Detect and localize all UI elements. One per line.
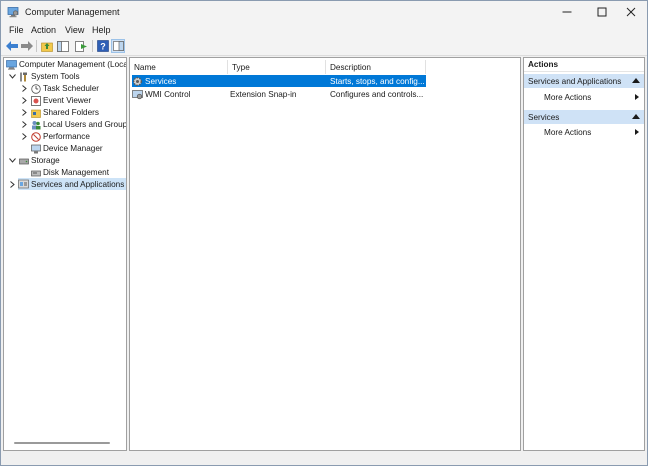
toolbar: ?	[1, 37, 647, 56]
window-title: Computer Management	[25, 7, 120, 17]
tree-item-event-viewer[interactable]: Event Viewer	[30, 95, 91, 106]
list-cell-type: Extension Snap-in	[230, 89, 297, 99]
list-row-wmi-control[interactable]: WMI Control Extension Snap-in Configures…	[132, 88, 426, 100]
actions-pane: Actions Services and Applications More A…	[523, 57, 645, 451]
list-cell-name: Services	[132, 75, 228, 87]
toolbar-separator	[36, 40, 37, 52]
wmi-control-icon	[132, 89, 144, 100]
tree-item-label: Storage	[31, 156, 60, 165]
horizontal-scrollbar[interactable]	[14, 442, 110, 444]
chevron-right-icon[interactable]	[20, 83, 28, 93]
tree-item-label: System Tools	[31, 72, 80, 81]
chevron-right-icon[interactable]	[8, 179, 16, 189]
chevron-right-icon[interactable]	[20, 119, 28, 129]
more-actions-item[interactable]: More Actions	[524, 90, 644, 104]
list-cell-description: Configures and controls...	[330, 89, 424, 99]
clock-icon	[30, 83, 41, 94]
actions-section-services-and-applications[interactable]: Services and Applications	[524, 74, 644, 88]
chevron-right-icon[interactable]	[20, 107, 28, 117]
tree-item-local-users[interactable]: Local Users and Groups	[30, 119, 127, 130]
shared-folder-icon	[30, 108, 41, 118]
tree-item-label: Performance	[43, 132, 90, 141]
tree-item-task-scheduler[interactable]: Task Scheduler	[30, 83, 99, 94]
chevron-down-icon[interactable]	[8, 155, 16, 165]
tree-item-label: Shared Folders	[43, 108, 99, 117]
back-arrow-icon[interactable]	[5, 39, 19, 53]
console-tree-pane: Computer Management (Local System Tools …	[3, 57, 127, 451]
actions-header: Actions	[524, 58, 644, 72]
tree-item-performance[interactable]: Performance	[30, 131, 90, 142]
list-row-services[interactable]: Services Starts, stops, and config...	[132, 75, 426, 87]
menu-file[interactable]: File	[9, 25, 24, 35]
tree-item-label: Device Manager	[43, 144, 103, 153]
event-viewer-icon	[30, 95, 41, 106]
menu-bar: File Action View Help	[1, 23, 647, 37]
more-actions-item[interactable]: More Actions	[524, 125, 644, 139]
tree-item-storage[interactable]: Storage	[18, 155, 60, 166]
submenu-arrow-icon	[635, 129, 639, 135]
actions-section-services[interactable]: Services	[524, 110, 644, 124]
tree-item-label: Local Users and Groups	[43, 120, 127, 129]
tools-icon	[18, 72, 29, 82]
close-button[interactable]	[615, 1, 647, 23]
computer-icon	[6, 59, 17, 70]
menu-action[interactable]: Action	[31, 25, 56, 35]
title-bar: Computer Management	[1, 1, 647, 23]
tree-item-device-manager[interactable]: Device Manager	[30, 143, 103, 154]
menu-help[interactable]: Help	[92, 25, 111, 35]
help-icon[interactable]: ?	[96, 39, 110, 53]
storage-icon	[18, 156, 29, 166]
device-manager-icon	[30, 144, 41, 154]
tree-item-label: Event Viewer	[43, 96, 92, 105]
submenu-arrow-icon	[635, 94, 639, 100]
users-icon	[30, 120, 41, 130]
up-folder-icon[interactable]	[40, 39, 54, 53]
column-header-type[interactable]: Type	[228, 60, 326, 74]
tree-item-system-tools[interactable]: System Tools	[18, 71, 80, 82]
disk-icon	[30, 168, 41, 178]
computer-management-icon	[7, 6, 19, 18]
gear-icon	[132, 76, 144, 87]
collapse-up-icon[interactable]	[632, 78, 640, 83]
tree-item-label: Task Scheduler	[43, 84, 99, 93]
minimize-button[interactable]	[551, 1, 583, 23]
chevron-right-icon[interactable]	[20, 131, 28, 141]
main-window: Computer Management File Action View Hel…	[0, 0, 648, 466]
list-cell-name: WMI Control	[132, 88, 228, 100]
show-hide-action-pane-icon[interactable]	[111, 39, 125, 53]
tree-item-label: Services and Applications	[31, 179, 125, 189]
performance-icon	[30, 131, 41, 142]
svg-text:?: ?	[100, 42, 106, 52]
tree-item-label: Disk Management	[43, 168, 109, 177]
export-list-icon[interactable]	[74, 39, 88, 53]
column-header-description[interactable]: Description	[326, 60, 426, 74]
forward-arrow-icon[interactable]	[20, 39, 34, 53]
maximize-button[interactable]	[586, 1, 618, 23]
menu-view[interactable]: View	[65, 25, 84, 35]
show-hide-tree-icon[interactable]	[56, 39, 70, 53]
results-list-pane: Name Type Description Services Starts, s…	[129, 57, 521, 451]
tree-item-disk-management[interactable]: Disk Management	[30, 167, 109, 178]
status-bar	[1, 451, 647, 465]
tree-item-services-and-applications[interactable]: Services and Applications	[18, 178, 126, 190]
collapse-up-icon[interactable]	[632, 114, 640, 119]
column-header-name[interactable]: Name	[130, 60, 228, 74]
tree-item-shared-folders[interactable]: Shared Folders	[30, 107, 99, 118]
list-cell-type	[230, 75, 326, 87]
services-applications-icon	[18, 179, 29, 189]
chevron-right-icon[interactable]	[20, 95, 28, 105]
tree-item-root[interactable]: Computer Management (Local	[6, 59, 127, 70]
tree-item-label: Computer Management (Local	[19, 60, 127, 69]
toolbar-separator	[92, 40, 93, 52]
list-cell-description: Starts, stops, and config...	[330, 76, 425, 86]
chevron-down-icon[interactable]	[8, 71, 16, 81]
